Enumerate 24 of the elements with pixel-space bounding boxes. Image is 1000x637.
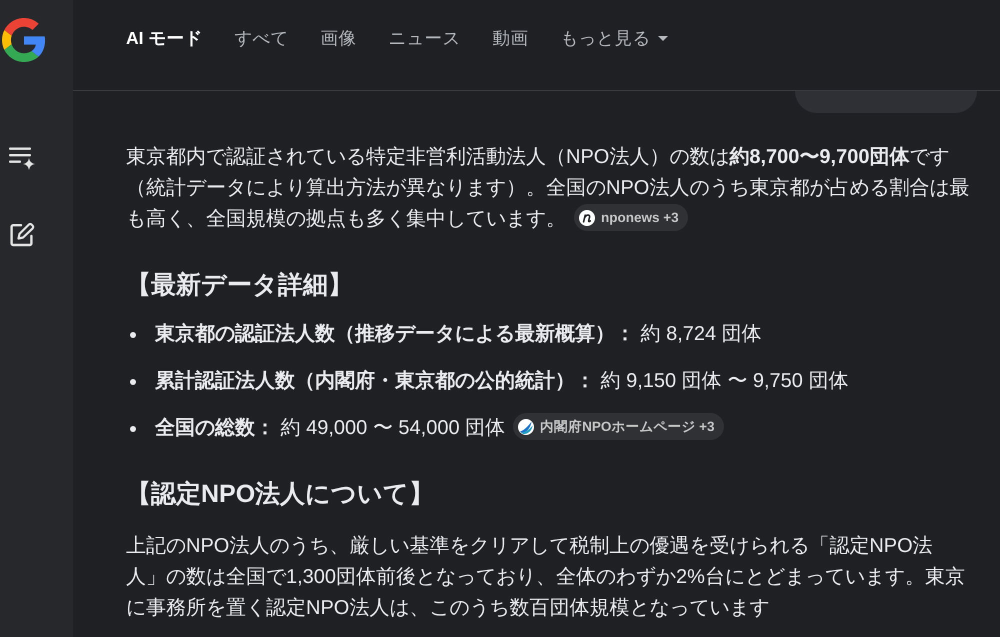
section-heading: 【認定NPO法人について】 [126, 479, 436, 510]
bullet-icon [130, 332, 136, 338]
edit-icon[interactable] [9, 222, 35, 248]
nav-tab[interactable]: AI モード [126, 24, 202, 52]
nav-tab[interactable]: すべて [234, 24, 288, 52]
answer-text: 東京都内で認証されている特定非営利活動法人（NPO法人）の数は約8,700〜9,700団体です（統計データにより算出方法が異なります）。全国のNPO法人のうち東京都が占める割合は最も高く、全国規模の拠点も多く集中しています。 nponews +3 [126, 145, 970, 234]
nav-tab[interactable]: もっと見る [560, 24, 668, 52]
bullet-text: 全国の総数： 約 49,000 〜 54,000 団体 [155, 417, 506, 439]
site-logo-icon [518, 418, 534, 435]
paragraph-text: 上記のNPO法人のうち、厳しい基準をクリアして税制上の優遇を受けられる「認定NPO法人」の数は全国で1,300団体前後となっており、全体のわずか2%台にとどまっています。東京に事務所を置く認定NPO法人は、このうち数百団体規模となっています [126, 535, 965, 619]
logo-icon[interactable] [2, 17, 46, 63]
source-chip[interactable]: nponews +3 [574, 204, 688, 232]
site-logo-icon [579, 210, 595, 226]
source-chip[interactable]: 内閣府NPOホームページ +3 [513, 413, 724, 440]
nav-tab[interactable]: 動画 [492, 24, 528, 52]
caret-icon [658, 36, 668, 40]
nav-tab[interactable]: 画像 [320, 24, 356, 52]
bullet-icon [130, 379, 136, 385]
bullet-text: 累計認証法人数（内閣府・東京都の公的統計）： 約 9,150 団体 〜 9,750 団体 [155, 370, 848, 392]
bullet-text: 東京都の認証法人数（推移データによる最新概算）： 約 8,724 団体 [155, 323, 762, 345]
nav-tab[interactable]: ニュース [388, 24, 460, 52]
bullet-icon [130, 426, 136, 432]
list-sparkle-icon[interactable] [9, 146, 35, 170]
section-heading: 【最新データ詳細】 [126, 270, 354, 301]
